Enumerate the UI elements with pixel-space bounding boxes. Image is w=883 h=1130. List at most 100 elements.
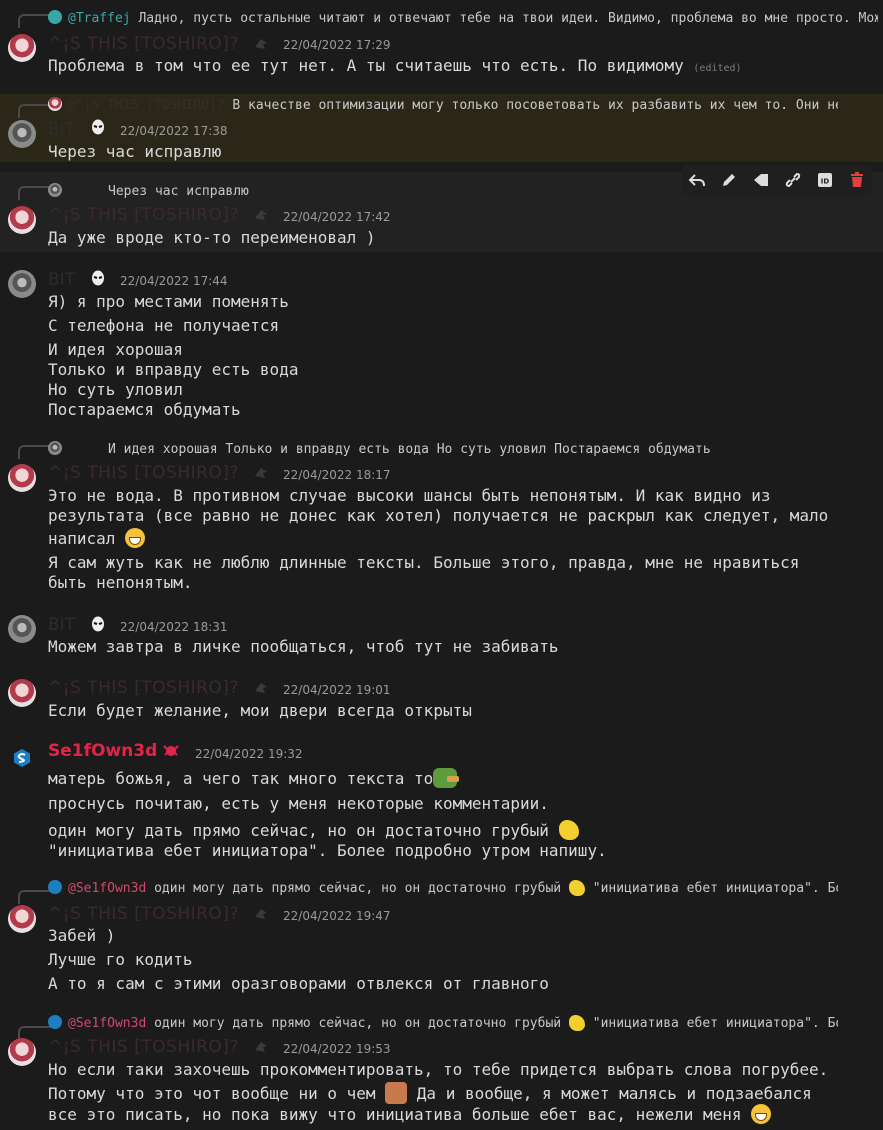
message-line: Я сам жуть как не люблю длинные тексты. … [48, 553, 800, 572]
id-icon[interactable]: ID [814, 169, 836, 191]
reply-text-continued: "инициатива ебет инициатора". Бол… [592, 1016, 838, 1031]
edited-tag: (edited) [693, 63, 742, 74]
reply-avatar [48, 880, 62, 894]
message-line: быть непонятым. [48, 573, 193, 592]
message-action-bar: ID [682, 165, 872, 195]
message-text: Через час исправлю [48, 142, 222, 161]
link-icon[interactable] [782, 169, 804, 191]
reply-mention[interactable]: @Se1fOwn3d [68, 881, 146, 896]
reply-mention[interactable]: @Traffej [68, 11, 131, 26]
message-line: И идея хорошая [48, 340, 183, 359]
reply-preview[interactable]: И идея хорошая Только и вправду есть вод… [48, 441, 748, 457]
message-line: Но суть уловил [48, 380, 183, 399]
timestamp: 22/04/2022 18:31 [120, 620, 228, 634]
pin-icon[interactable] [750, 169, 772, 191]
reply-avatar [48, 10, 62, 24]
role-icon [255, 210, 267, 220]
reply-preview[interactable]: @Se1fOwn3d один могу дать прямо сейчас, … [48, 880, 838, 896]
avatar[interactable] [8, 34, 36, 62]
message-line: С телефона не получается [48, 316, 280, 335]
role-icon [255, 39, 267, 49]
avatar[interactable] [8, 464, 36, 492]
message-line: Это не вода. В противном случае высоки ш… [48, 486, 771, 505]
reply-text: В качестве оптимизации могу только посов… [232, 98, 838, 113]
reply-text: Ладно, пусть остальные читают и отвечают… [138, 11, 878, 26]
avatar[interactable] [8, 1038, 36, 1066]
message-text: Если будет желание, мои двери всегда отк… [48, 701, 472, 720]
avatar[interactable] [8, 905, 36, 933]
mask-icon [92, 270, 104, 286]
avatar[interactable] [8, 615, 36, 643]
author-name[interactable]: ^¡S THIS [TOSHIRO]? [48, 678, 239, 698]
reply-text: И идея хорошая Только и вправду есть вод… [108, 442, 711, 457]
edit-icon[interactable] [718, 169, 740, 191]
message-line-text: Да и вообще, я может малясь и подзаебалс… [416, 1084, 812, 1103]
reply-preview[interactable]: Через час исправлю [48, 183, 648, 199]
message-line: написал [48, 528, 146, 548]
message-line: А то я сам с этими оразговорами отвлекся… [48, 974, 549, 993]
message-line: Проблема в том что ее тут нет. А ты счит… [48, 56, 684, 75]
reply-preview[interactable]: @Se1fOwn3d один могу дать прямо сейчас, … [48, 1015, 838, 1031]
reply-icon[interactable] [686, 169, 708, 191]
avatar[interactable] [8, 206, 36, 234]
delete-icon[interactable] [846, 169, 868, 191]
message-line: "инициатива ебет инициатора". Более подр… [48, 841, 607, 860]
message-line-text: написал [48, 529, 116, 548]
svg-text:ID: ID [821, 178, 830, 186]
message-line: Я) я про местами поменять [48, 292, 289, 311]
timestamp: 22/04/2022 17:44 [120, 274, 228, 288]
avatar[interactable] [8, 120, 36, 148]
reply-text-continued: "инициатива ебет инициатора". Бол… [592, 881, 838, 896]
message-line: результата (все равно не донес как хотел… [48, 506, 829, 525]
message-line: один могу дать прямо сейчас, но он доста… [48, 820, 579, 840]
author-name[interactable]: ^¡S THIS [TOSHIRO]? [48, 205, 239, 225]
grin-emoji-icon [751, 1104, 772, 1124]
reply-mention[interactable]: @Se1fOwn3d [68, 1016, 146, 1031]
message-line: все это писать, но пока вижу что инициат… [48, 1104, 772, 1124]
message-line: Лучше го кодить [48, 950, 193, 969]
message-line: Забей ) [48, 926, 116, 945]
author-name[interactable]: ^¡S THIS [TOSHIRO]? [48, 463, 239, 483]
message-line: матерь божья, а чего так много текста то [48, 768, 460, 788]
reply-text: один могу дать прямо сейчас, но он доста… [154, 881, 562, 896]
message-line: Но если таки захочешь прокомментировать,… [48, 1060, 829, 1079]
mask-icon [92, 616, 104, 632]
pikachu-emoji-icon [558, 820, 579, 840]
avatar[interactable] [8, 270, 36, 298]
reply-avatar [48, 183, 62, 197]
author-name[interactable]: ^¡S THIS [TOSHIRO]? [48, 1037, 239, 1057]
timestamp: 22/04/2022 19:32 [195, 747, 303, 761]
author-name[interactable]: ^¡S THIS [TOSHIRO]? [48, 34, 239, 54]
timestamp: 22/04/2022 17:29 [283, 38, 391, 52]
timestamp: 22/04/2022 19:53 [283, 1042, 391, 1056]
reply-avatar [48, 1015, 62, 1029]
avatar[interactable] [8, 679, 36, 707]
face-emoji-icon [385, 1082, 408, 1104]
message-line-text: один могу дать прямо сейчас, но он доста… [48, 821, 549, 840]
author-name[interactable]: BIT [48, 120, 75, 140]
reply-preview[interactable]: @^¡S THIS [TOSHIRO]? В качестве оптимиза… [48, 97, 838, 113]
message-line-text: матерь божья, а чего так много текста то [48, 769, 434, 788]
message-line-text: все это писать, но пока вижу что инициат… [48, 1105, 742, 1124]
author-name[interactable]: BIT [48, 615, 75, 635]
author-name[interactable]: Se1fOwn3d [48, 741, 157, 761]
role-icon [255, 683, 267, 693]
author-name[interactable]: ^¡S THIS [TOSHIRO]? [48, 904, 239, 924]
reply-text: Через час исправлю [108, 184, 249, 199]
mask-icon [92, 119, 104, 135]
reply-text: один могу дать прямо сейчас, но он доста… [154, 1016, 562, 1031]
message-text: Проблема в том что ее тут нет. А ты счит… [48, 56, 742, 75]
author-name[interactable]: BIT [48, 270, 75, 290]
grin-emoji-icon [125, 528, 146, 548]
message-line-text: Потому что это чот вообще ни о чем [48, 1084, 376, 1103]
role-icon [255, 468, 267, 478]
reply-preview[interactable]: @Traffej Ладно, пусть остальные читают и… [48, 10, 878, 26]
message-text: Да уже вроде кто-то переименовал ) [48, 228, 376, 247]
message-line: проснусь почитаю, есть у меня некоторые … [48, 794, 549, 813]
timestamp: 22/04/2022 19:47 [283, 909, 391, 923]
message-line: Только и вправду есть вода [48, 360, 299, 379]
reply-mention[interactable]: @^¡S THIS [TOSHIRO]? [68, 98, 225, 113]
reply-avatar [48, 441, 62, 455]
avatar[interactable] [8, 744, 36, 772]
message-line: Постараемся обдумать [48, 400, 241, 419]
